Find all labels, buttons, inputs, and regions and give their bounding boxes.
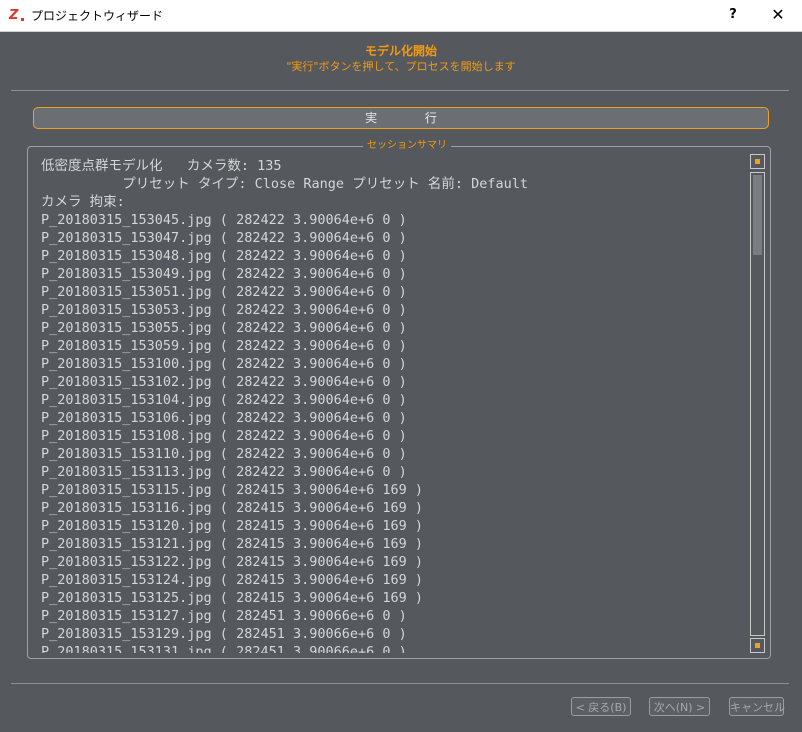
app-logo-icon: Z (9, 8, 25, 24)
log-line: P_20180315_153131.jpg ( 282451 3.90066e+… (41, 644, 407, 653)
scroll-thumb[interactable] (753, 175, 762, 255)
scroll-track[interactable] (750, 172, 765, 636)
log-line: P_20180315_153055.jpg ( 282422 3.90064e+… (41, 320, 407, 336)
log-line: P_20180315_153129.jpg ( 282451 3.90066e+… (41, 626, 407, 642)
page-title: モデル化開始 (364, 44, 437, 58)
log-line: P_20180315_153104.jpg ( 282422 3.90064e+… (41, 392, 407, 408)
divider (11, 683, 789, 684)
log-line: P_20180315_153100.jpg ( 282422 3.90064e+… (41, 356, 407, 372)
log-line: P_20180315_153108.jpg ( 282422 3.90064e+… (41, 428, 407, 444)
log-line: 低密度点群モデル化 カメラ数: 135 (41, 158, 282, 174)
session-summary-log[interactable]: 低密度点群モデル化 カメラ数: 135 プリセット タイプ: Close Ran… (41, 157, 741, 653)
next-button[interactable]: 次へ(N) > (649, 697, 710, 716)
log-line: P_20180315_153113.jpg ( 282422 3.90064e+… (41, 464, 407, 480)
log-line: P_20180315_153053.jpg ( 282422 3.90064e+… (41, 302, 407, 318)
log-line: P_20180315_153045.jpg ( 282422 3.90064e+… (41, 212, 407, 228)
log-line: P_20180315_153102.jpg ( 282422 3.90064e+… (41, 374, 407, 390)
divider (11, 90, 789, 91)
log-line: P_20180315_153106.jpg ( 282422 3.90064e+… (41, 410, 407, 426)
log-line: P_20180315_153124.jpg ( 282415 3.90064e+… (41, 572, 424, 588)
session-summary-legend: セッションサマリ (363, 139, 451, 152)
log-line: P_20180315_153115.jpg ( 282415 3.90064e+… (41, 482, 424, 498)
title-bar: Z プロジェクトウィザード ? ✕ (0, 0, 802, 32)
scroll-down-button[interactable] (750, 638, 765, 653)
close-button[interactable]: ✕ (767, 4, 789, 26)
log-line: カメラ 拘束: (41, 194, 125, 210)
window-title: プロジェクトウィザード (31, 9, 164, 23)
log-line: P_20180315_153047.jpg ( 282422 3.90064e+… (41, 230, 407, 246)
log-line: P_20180315_153121.jpg ( 282415 3.90064e+… (41, 536, 424, 552)
log-line: P_20180315_153059.jpg ( 282422 3.90064e+… (41, 338, 407, 354)
log-line: プリセット タイプ: Close Range プリセット 名前: Default (41, 176, 528, 192)
cancel-button[interactable]: キャンセル (729, 697, 785, 716)
page-subtitle: "実行"ボタンを押して、プロセスを開始します (286, 60, 516, 73)
scroll-up-button[interactable] (750, 154, 765, 169)
log-line: P_20180315_153116.jpg ( 282415 3.90064e+… (41, 500, 424, 516)
back-button[interactable]: < 戻る(B) (571, 697, 631, 716)
log-line: P_20180315_153125.jpg ( 282415 3.90064e+… (41, 590, 424, 606)
run-button[interactable]: 実 行 (33, 107, 769, 129)
log-line: P_20180315_153049.jpg ( 282422 3.90064e+… (41, 266, 407, 282)
help-button[interactable]: ? (722, 4, 744, 26)
log-line: P_20180315_153110.jpg ( 282422 3.90064e+… (41, 446, 407, 462)
log-line: P_20180315_153120.jpg ( 282415 3.90064e+… (41, 518, 424, 534)
log-line: P_20180315_153048.jpg ( 282422 3.90064e+… (41, 248, 407, 264)
log-line: P_20180315_153127.jpg ( 282451 3.90066e+… (41, 608, 407, 624)
vertical-scrollbar[interactable] (750, 154, 765, 653)
log-line: P_20180315_153051.jpg ( 282422 3.90064e+… (41, 284, 407, 300)
log-line: P_20180315_153122.jpg ( 282415 3.90064e+… (41, 554, 424, 570)
